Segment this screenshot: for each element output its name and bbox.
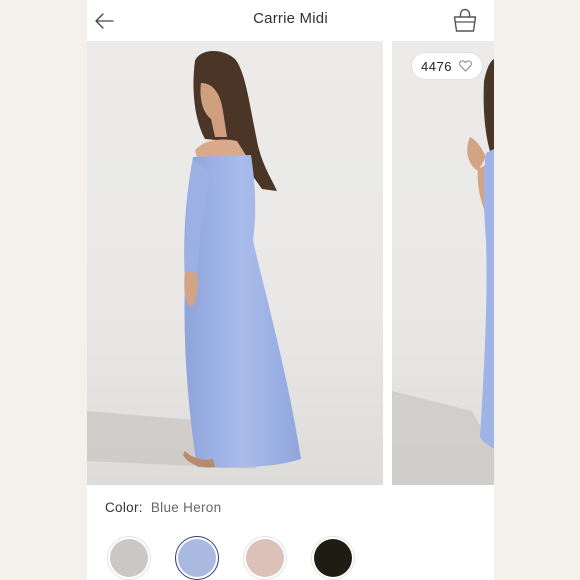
color-swatch-fill: [246, 539, 284, 577]
color-swatch[interactable]: [243, 536, 287, 580]
color-swatch[interactable]: [311, 536, 355, 580]
color-label: Color:: [105, 500, 143, 515]
product-gallery[interactable]: 4476: [87, 40, 494, 486]
shopping-bag-icon: [453, 8, 477, 32]
color-selection-label: Color: Blue Heron: [105, 500, 221, 515]
likes-badge[interactable]: 4476: [412, 53, 482, 79]
product-photo-next[interactable]: [392, 41, 494, 485]
color-swatch[interactable]: [107, 536, 151, 580]
background-right: [494, 0, 580, 580]
likes-count: 4476: [421, 58, 452, 74]
model-back-view-image: [87, 50, 301, 469]
product-photo-main[interactable]: [87, 41, 383, 485]
model-side-view-image: [392, 59, 494, 485]
app-screen: Carrie Midi 4476 Color: Blue Heron: [87, 0, 494, 580]
shopping-bag-button[interactable]: [450, 5, 480, 35]
color-swatch[interactable]: [175, 536, 219, 580]
page-title: Carrie Midi: [253, 10, 328, 27]
header: Carrie Midi: [87, 0, 494, 40]
color-swatch-fill: [178, 539, 216, 577]
color-swatch-fill: [314, 539, 352, 577]
background-left: [0, 0, 87, 580]
selected-color-name: Blue Heron: [150, 500, 222, 515]
color-swatch-fill: [110, 539, 148, 577]
heart-icon: [459, 60, 472, 72]
